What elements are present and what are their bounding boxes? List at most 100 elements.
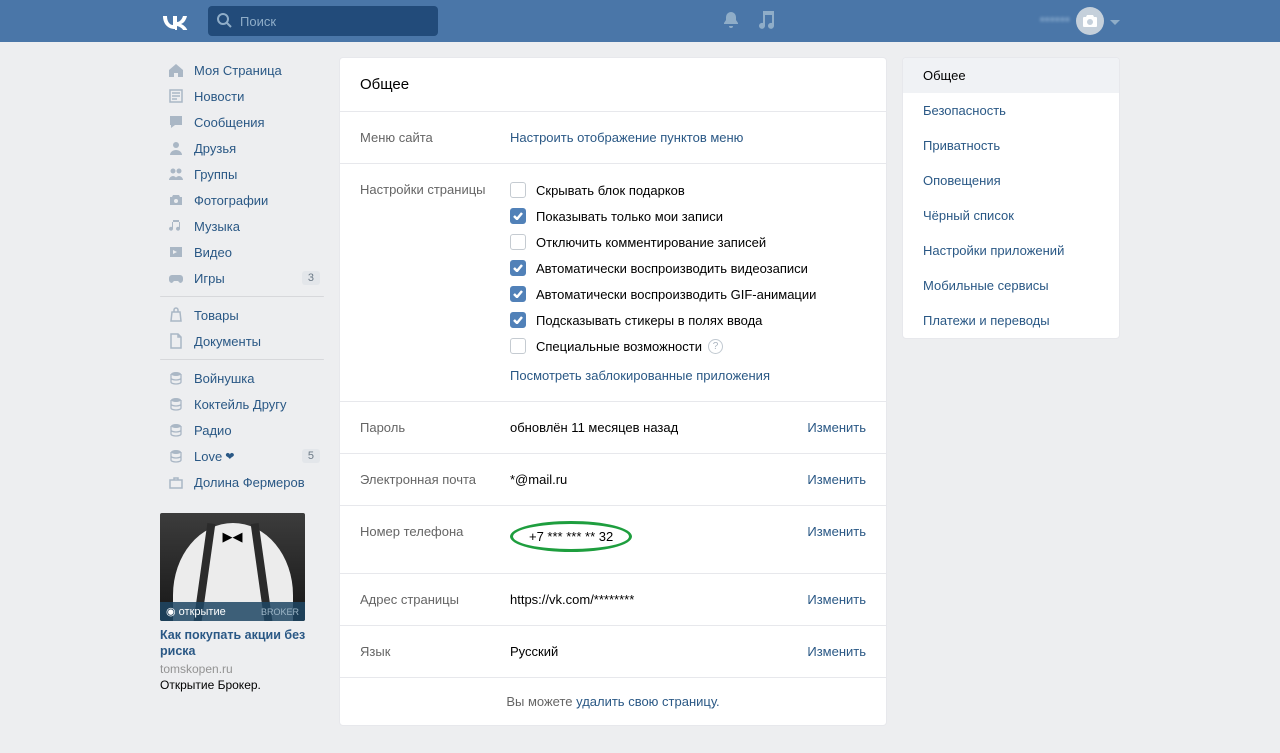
game-icon (166, 270, 186, 286)
doc-icon (166, 333, 186, 349)
nav-app5[interactable]: Долина Фермеров (160, 469, 324, 495)
checkbox[interactable] (510, 208, 526, 224)
delete-page-link[interactable]: удалить свою страницу. (576, 694, 720, 709)
heart-icon: ❤ (225, 450, 234, 463)
edit-phone[interactable]: Изменить (807, 524, 866, 555)
checkbox[interactable] (510, 286, 526, 302)
nav-label: Музыка (194, 219, 240, 234)
ad-brand-sub: BROKER (261, 607, 299, 617)
search-input[interactable] (208, 6, 438, 36)
stack-icon (166, 422, 186, 438)
nav-app3[interactable]: Радио (160, 417, 324, 443)
edit-lang[interactable]: Изменить (807, 644, 866, 659)
edit-address[interactable]: Изменить (807, 592, 866, 607)
nav-docs[interactable]: Документы (160, 328, 324, 354)
settings-tab-2[interactable]: Приватность (903, 128, 1119, 163)
checkbox-row[interactable]: Отключить комментирование записей (510, 234, 866, 250)
value-phone: +7 *** *** ** 32 (529, 529, 613, 544)
checkbox[interactable] (510, 182, 526, 198)
nav-market[interactable]: Товары (160, 302, 324, 328)
settings-tab-4[interactable]: Чёрный список (903, 198, 1119, 233)
checkbox[interactable] (510, 234, 526, 250)
checkbox[interactable] (510, 260, 526, 276)
checkbox-label: Автоматически воспроизводить видеозаписи (536, 261, 808, 276)
nav-music[interactable]: Музыка (160, 213, 324, 239)
nav-photos[interactable]: Фотографии (160, 187, 324, 213)
blocked-apps-link[interactable]: Посмотреть заблокированные приложения (510, 368, 770, 383)
nav-app4[interactable]: Love❤5 (160, 443, 324, 469)
value-email: *@mail.ru (510, 472, 567, 487)
news-icon (166, 88, 186, 104)
section-password: Пароль обновлён 11 месяцев назадИзменить (340, 402, 886, 454)
value-password: обновлён 11 месяцев назад (510, 420, 678, 435)
nav-news[interactable]: Новости (160, 83, 324, 109)
section-email: Электронная почта *@mail.ruИзменить (340, 454, 886, 506)
ad-brand: открытие (179, 606, 226, 618)
nav-app2[interactable]: Коктейль Другу (160, 391, 324, 417)
bell-icon[interactable] (722, 11, 740, 32)
panel-footer: Вы можете удалить свою страницу. (340, 678, 886, 725)
nav-label: Группы (194, 167, 237, 182)
settings-tab-0[interactable]: Общее (903, 58, 1119, 93)
ad-image: ▶◀ ◉ открытиеBROKER (160, 513, 305, 621)
nav-badge: 3 (302, 271, 320, 285)
checkbox-row[interactable]: Автоматически воспроизводить GIF-анимаци… (510, 286, 866, 302)
ad-title[interactable]: Как покупать акции без риска (160, 627, 324, 660)
ad-site: tomskopen.ru (160, 662, 324, 676)
checkbox-row[interactable]: Показывать только мои записи (510, 208, 866, 224)
configure-menu-link[interactable]: Настроить отображение пунктов меню (510, 130, 743, 145)
chevron-down-icon (1110, 14, 1120, 29)
help-icon[interactable]: ? (708, 339, 723, 354)
checkbox-row[interactable]: Специальные возможности? (510, 338, 866, 354)
edit-email[interactable]: Изменить (807, 472, 866, 487)
nav-label: Новости (194, 89, 244, 104)
nav-videos[interactable]: Видео (160, 239, 324, 265)
search-box (208, 6, 438, 36)
user-menu[interactable]: ****** (1040, 7, 1120, 35)
checkbox-row[interactable]: Автоматически воспроизводить видеозаписи (510, 260, 866, 276)
nav-messages[interactable]: Сообщения (160, 109, 324, 135)
section-address: Адрес страницы https://vk.com/********Из… (340, 574, 886, 626)
topbar: ****** (0, 0, 1280, 42)
nav-my-page[interactable]: Моя Страница (160, 57, 324, 83)
settings-tab-7[interactable]: Платежи и переводы (903, 303, 1119, 338)
checkbox-row[interactable]: Скрывать блок подарков (510, 182, 866, 198)
nav-groups[interactable]: Группы (160, 161, 324, 187)
checkbox[interactable] (510, 338, 526, 354)
settings-tab-5[interactable]: Настройки приложений (903, 233, 1119, 268)
edit-password[interactable]: Изменить (807, 420, 866, 435)
nav-label: Радио (194, 423, 232, 438)
video-icon (166, 244, 186, 260)
stack-icon (166, 396, 186, 412)
section-lang: Язык РусскийИзменить (340, 626, 886, 678)
left-sidebar: Моя Страница Новости СообщенияДрузья Группы… (160, 57, 324, 726)
settings-panel: Общее Меню сайта Настроить отображение п… (339, 57, 887, 726)
value-lang: Русский (510, 644, 558, 659)
checkbox-row[interactable]: Подсказывать стикеры в полях ввода (510, 312, 866, 328)
checkbox-label: Специальные возможности (536, 339, 702, 354)
avatar (1076, 7, 1104, 35)
user-icon (166, 140, 186, 156)
users-icon (166, 166, 186, 182)
ad-desc: Открытие Брокер. (160, 678, 324, 692)
checkbox-label: Показывать только мои записи (536, 209, 723, 224)
vk-logo[interactable] (160, 12, 188, 30)
checkbox[interactable] (510, 312, 526, 328)
label-phone: Номер телефона (360, 524, 510, 555)
value-address: https://vk.com/******** (510, 592, 634, 607)
nav-games[interactable]: Игры3 (160, 265, 324, 291)
camera-icon (166, 192, 186, 208)
music-icon[interactable] (758, 11, 774, 32)
nav-label: Видео (194, 245, 232, 260)
nav-label: Войнушка (194, 371, 254, 386)
nav-app1[interactable]: Войнушка (160, 365, 324, 391)
settings-tab-6[interactable]: Мобильные сервисы (903, 268, 1119, 303)
label-pageopts: Настройки страницы (360, 182, 510, 383)
settings-tab-1[interactable]: Безопасность (903, 93, 1119, 128)
nav-badge: 5 (302, 449, 320, 463)
nav-friends[interactable]: Друзья (160, 135, 324, 161)
settings-tab-3[interactable]: Оповещения (903, 163, 1119, 198)
ad-block[interactable]: ▶◀ ◉ открытиеBROKER Как покупать акции б… (160, 513, 324, 692)
section-phone: Номер телефона +7 *** *** ** 32 Изменить (340, 506, 886, 574)
search-icon (216, 12, 232, 31)
